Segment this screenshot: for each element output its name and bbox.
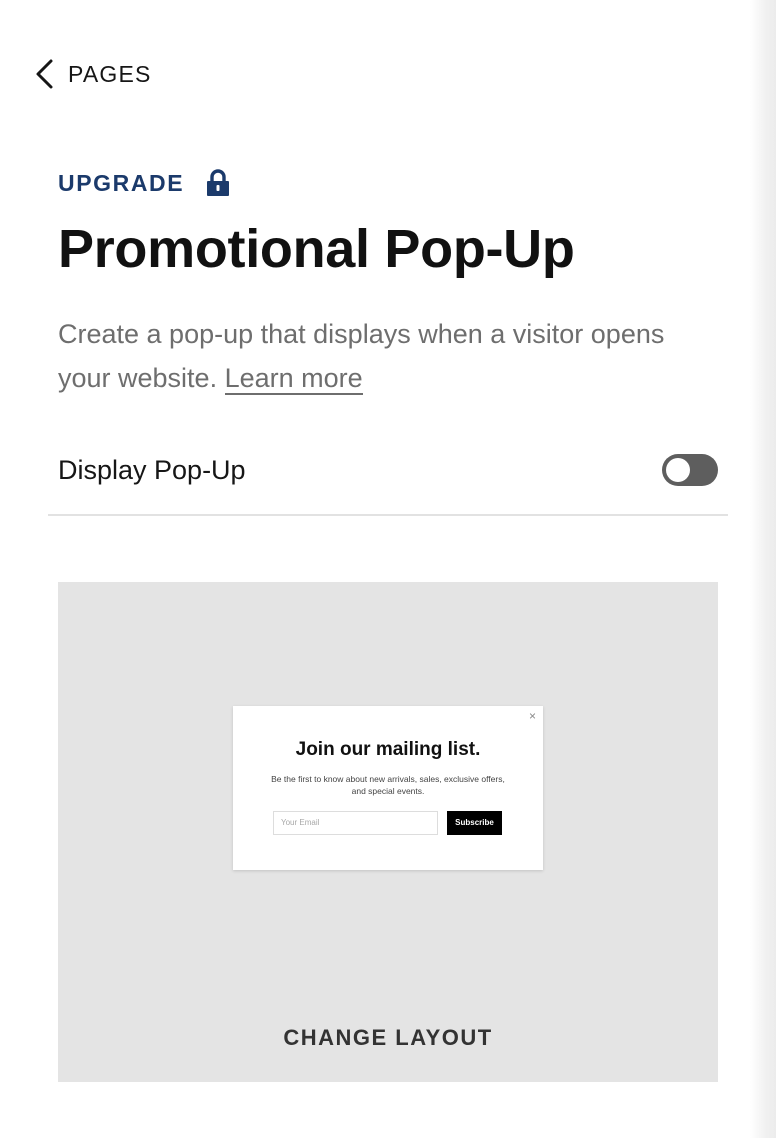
popup-subscribe-button: Subscribe (447, 811, 502, 835)
page-description: Create a pop-up that displays when a vis… (58, 312, 698, 400)
layout-preview[interactable]: × Join our mailing list. Be the first to… (58, 582, 718, 1082)
learn-more-link[interactable]: Learn more (224, 363, 363, 395)
back-label: PAGES (68, 60, 152, 87)
upgrade-label: UPGRADE (58, 169, 185, 196)
popup-email-field: Your Email (273, 811, 438, 835)
popup-preview-card: × Join our mailing list. Be the first to… (233, 706, 543, 870)
divider (48, 514, 728, 516)
upgrade-badge[interactable]: UPGRADE (58, 166, 230, 200)
popup-text: Be the first to know about new arrivals,… (271, 774, 505, 796)
promotional-popup-panel: PAGES UPGRADE Promotional Pop-Up Create … (0, 0, 776, 1138)
display-popup-setting: Display Pop-Up (58, 448, 718, 492)
back-to-pages-button[interactable]: PAGES (34, 57, 152, 91)
change-layout-button[interactable]: CHANGE LAYOUT (58, 994, 718, 1082)
close-icon: × (528, 709, 536, 723)
popup-title: Join our mailing list. (295, 739, 481, 760)
display-popup-label: Display Pop-Up (58, 454, 246, 485)
page-title: Promotional Pop-Up (58, 219, 575, 279)
display-popup-toggle[interactable] (662, 454, 718, 486)
toggle-knob (666, 458, 690, 482)
chevron-left-icon (36, 59, 53, 89)
panel-edge-shadow (750, 0, 776, 1138)
lock-icon (207, 169, 230, 196)
